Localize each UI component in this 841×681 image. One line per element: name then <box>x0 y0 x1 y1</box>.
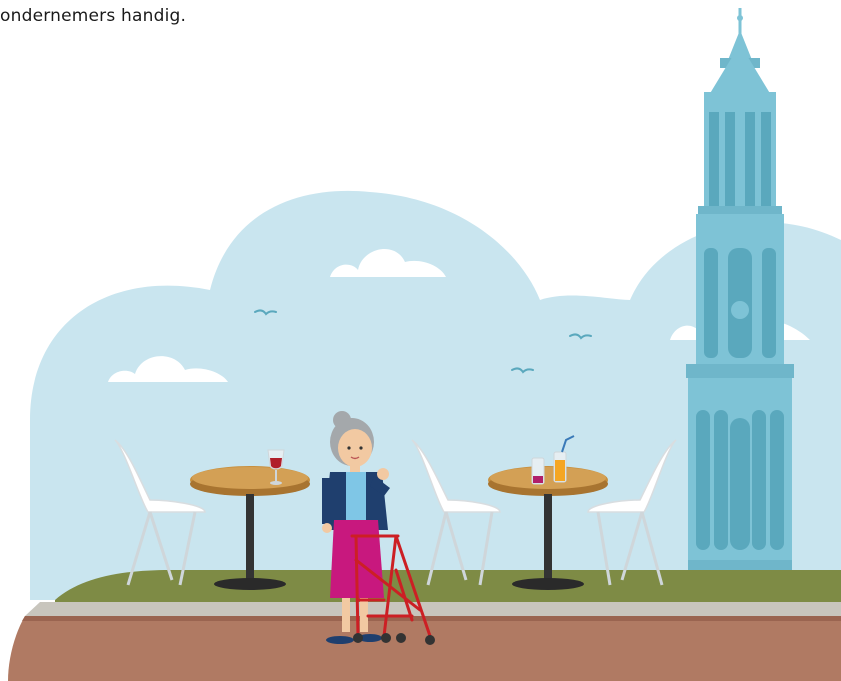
church-tower <box>686 8 794 570</box>
brick-ground <box>8 616 841 681</box>
cafe-terrace-illustration <box>8 8 841 681</box>
sidewalk <box>25 602 841 616</box>
grass-strip <box>55 570 841 602</box>
ground-edge <box>22 616 841 621</box>
